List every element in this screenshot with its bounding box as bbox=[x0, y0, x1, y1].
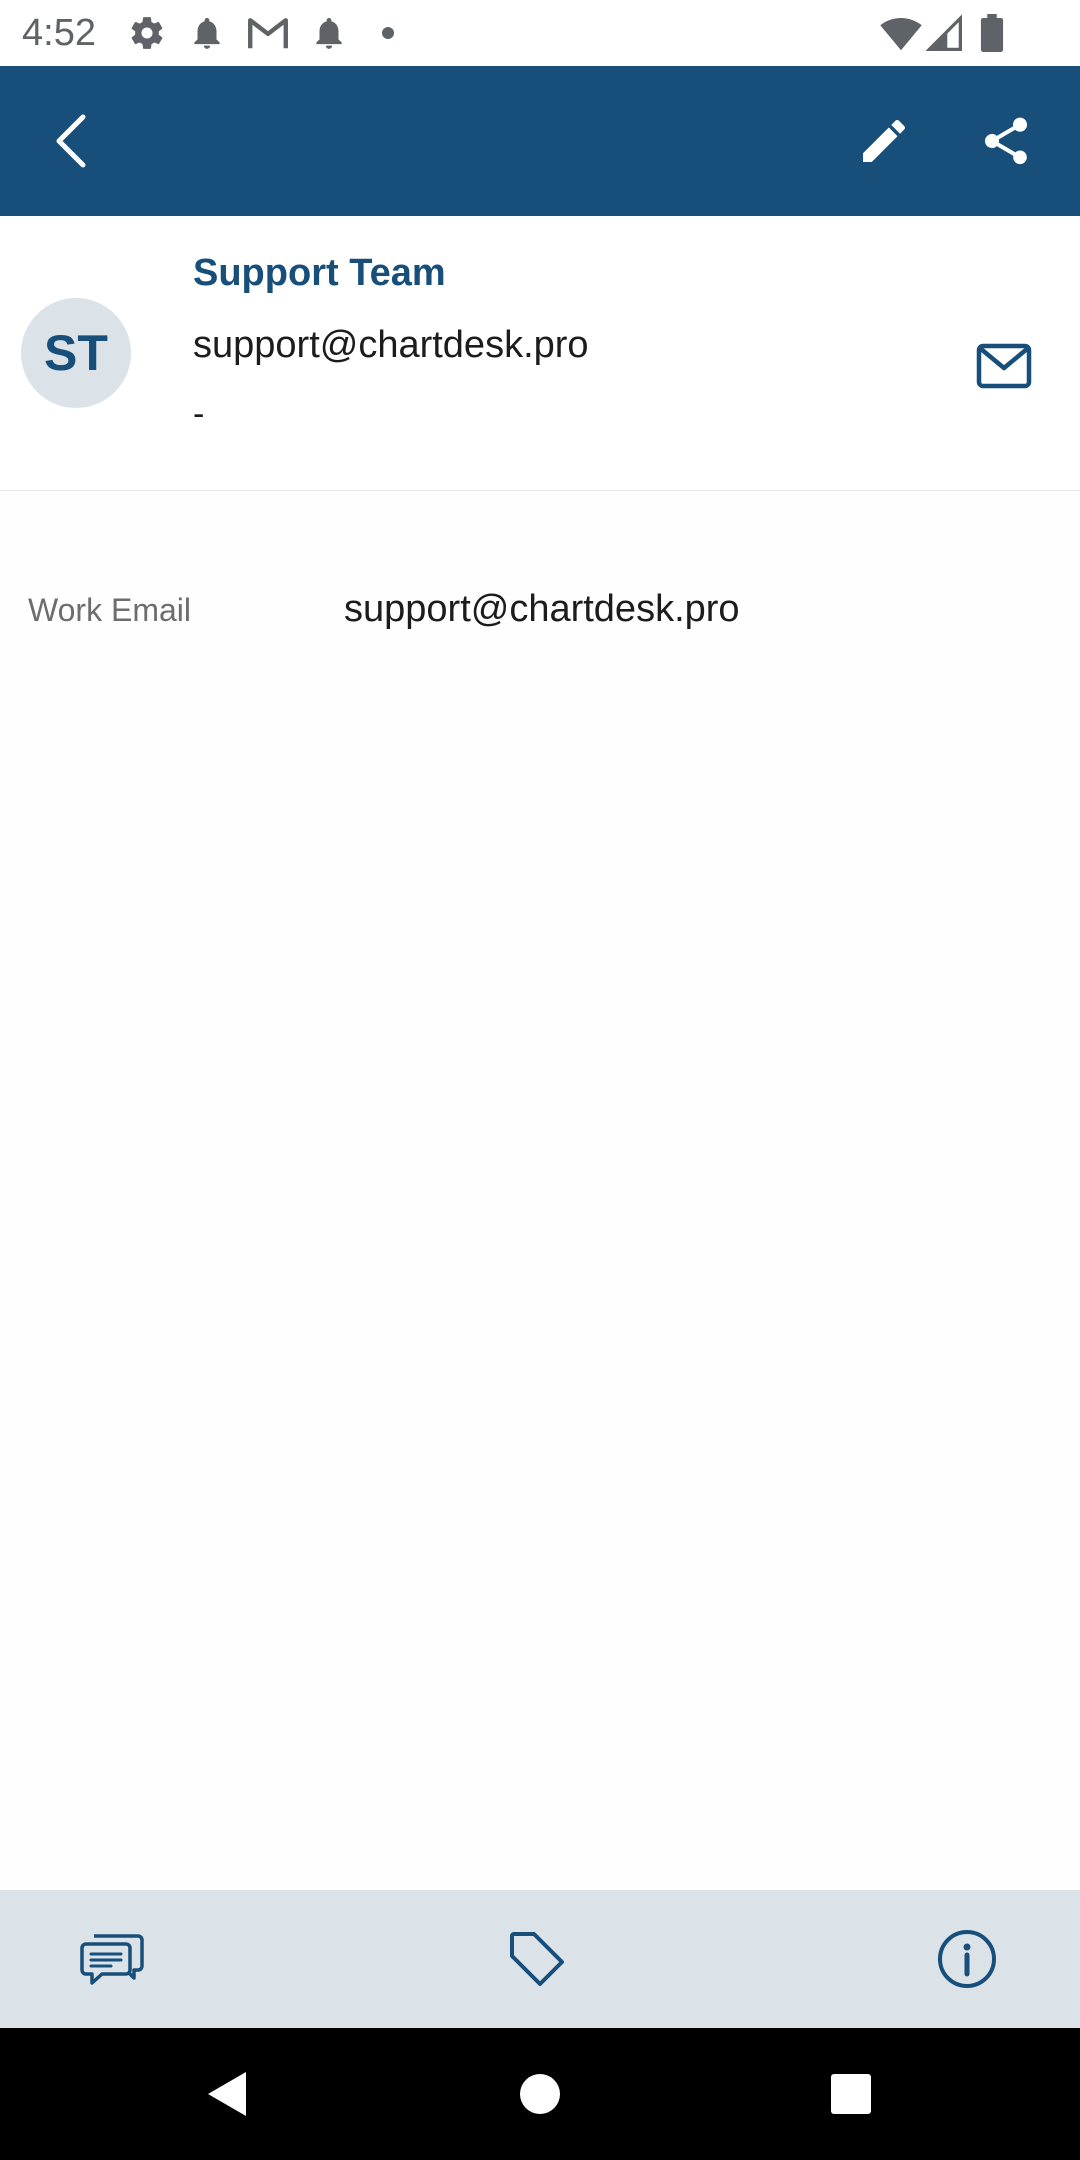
detail-row-work-email[interactable]: Work Email support@chartdesk.pro bbox=[0, 560, 1080, 660]
nav-home-button[interactable] bbox=[500, 2054, 580, 2134]
status-bar: 4:52 bbox=[0, 0, 1080, 66]
nav-back-button[interactable] bbox=[186, 2054, 266, 2134]
contact-name: Support Team bbox=[193, 252, 446, 294]
conversations-button[interactable] bbox=[73, 1919, 153, 1999]
contact-extra-value: - bbox=[193, 395, 205, 433]
system-navigation-bar bbox=[0, 2028, 1080, 2160]
detail-value: support@chartdesk.pro bbox=[344, 588, 740, 630]
notification-bell-icon bbox=[188, 14, 226, 52]
app-bar bbox=[0, 66, 1080, 216]
wifi-icon bbox=[880, 14, 922, 52]
back-chevron-icon bbox=[56, 114, 86, 168]
nav-back-icon bbox=[208, 2072, 246, 2116]
avatar: ST bbox=[21, 298, 131, 408]
tag-icon bbox=[510, 1932, 564, 1986]
notification-bell-icon bbox=[310, 14, 348, 52]
info-button[interactable] bbox=[927, 1919, 1007, 1999]
dot-icon bbox=[380, 14, 396, 52]
conversations-icon bbox=[80, 1934, 144, 1985]
nav-recents-button[interactable] bbox=[811, 2054, 891, 2134]
mail-icon bbox=[976, 343, 1032, 389]
cell-signal-icon bbox=[926, 14, 962, 52]
info-icon bbox=[938, 1930, 996, 1988]
status-time: 4:52 bbox=[22, 12, 96, 54]
detail-label: Work Email bbox=[28, 592, 191, 628]
back-button[interactable] bbox=[32, 101, 112, 181]
contact-email: support@chartdesk.pro bbox=[193, 324, 589, 366]
contact-header: ST Support Team support@chartdesk.pro - bbox=[0, 216, 1080, 491]
gmail-icon bbox=[246, 14, 290, 52]
share-button[interactable] bbox=[966, 101, 1046, 181]
battery-icon bbox=[980, 14, 1004, 52]
share-icon bbox=[984, 117, 1028, 165]
nav-recents-icon bbox=[831, 2074, 871, 2114]
nav-home-icon bbox=[520, 2074, 560, 2114]
contact-detail-screen: 4:52 ST Support Team support@chartdesk.p… bbox=[0, 0, 1080, 2160]
send-email-button[interactable] bbox=[964, 326, 1044, 406]
edit-pencil-icon bbox=[863, 119, 906, 162]
gear-icon bbox=[128, 14, 166, 52]
bottom-toolbar bbox=[0, 1890, 1080, 2028]
edit-button[interactable] bbox=[844, 101, 924, 181]
tags-button[interactable] bbox=[497, 1919, 577, 1999]
